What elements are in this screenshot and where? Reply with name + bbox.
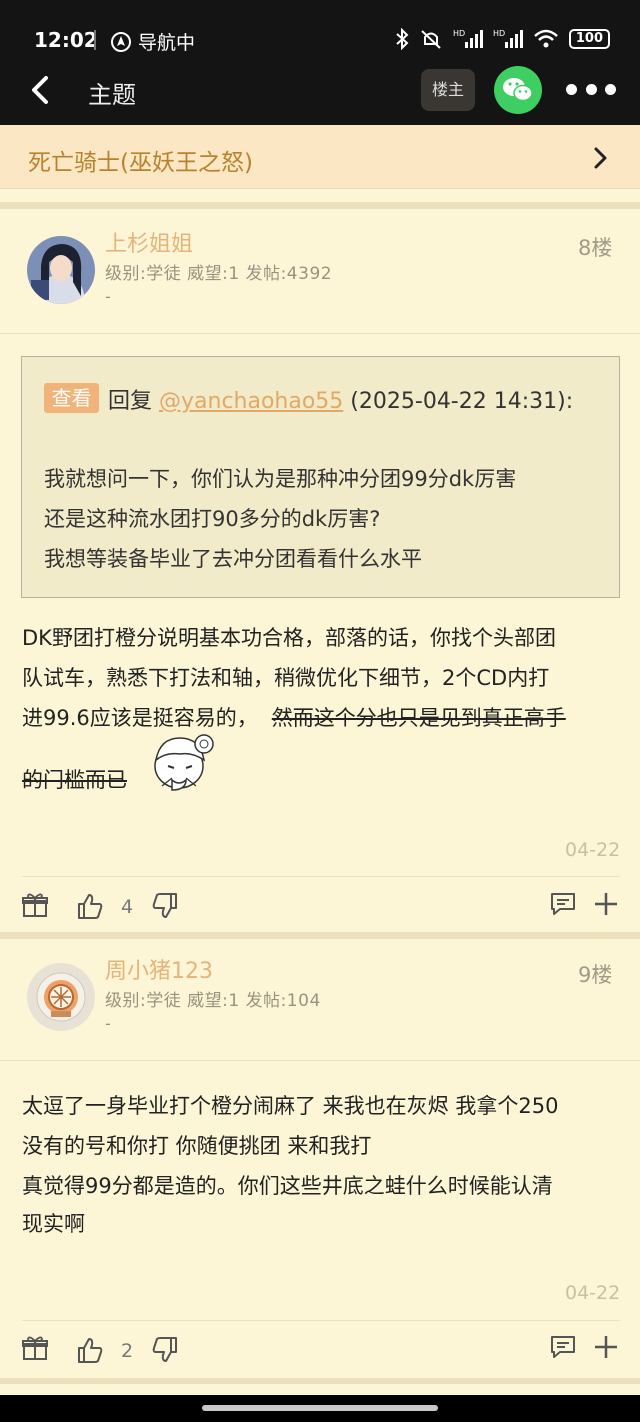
floor-number: 9楼 xyxy=(578,963,613,987)
wifi-icon xyxy=(534,29,558,48)
like-count: 4 xyxy=(121,896,134,918)
back-arrow-icon[interactable] xyxy=(26,72,56,108)
user-signature: - xyxy=(105,287,111,306)
post-body-line: DK野团打橙分说明基本功合格，部落的话，你找个头部团 xyxy=(22,626,556,650)
plus-icon[interactable] xyxy=(592,890,620,918)
post-date: 04-22 xyxy=(565,839,621,861)
post-body-line: 进99.6应该是挺容易的， 然而这个分也只是见到真正高手 xyxy=(22,702,566,732)
more-options-button[interactable] xyxy=(566,72,616,106)
page-title: 主题 xyxy=(88,81,136,109)
quote-line: 我想等装备毕业了去冲分团看看什么水平 xyxy=(44,547,422,571)
view-quote-button[interactable]: 查看 xyxy=(44,383,99,413)
post-body-line: 真觉得99分都是造的。你们这些井底之蛙什么时候能认清 xyxy=(22,1174,553,1198)
avatar-image xyxy=(27,236,95,304)
avatar[interactable] xyxy=(27,963,95,1031)
post-body-line: 的门槛而已 xyxy=(22,764,127,794)
forum-name: 死亡骑士(巫妖王之怒) xyxy=(28,150,253,176)
post-separator xyxy=(0,202,640,209)
gesture-bar xyxy=(0,1395,640,1422)
user-meta: 级别:学徒 威望:1 发帖:104 xyxy=(105,991,321,1011)
plus-icon[interactable] xyxy=(592,1333,620,1361)
floor-number: 8楼 xyxy=(578,236,613,260)
gift-icon[interactable] xyxy=(21,891,49,919)
post-body-text: 进99.6应该是挺容易的， xyxy=(22,706,258,730)
svg-text:HD: HD xyxy=(493,29,505,38)
gift-icon[interactable] xyxy=(21,1334,49,1362)
dislike-icon[interactable] xyxy=(151,1336,179,1364)
strikethrough-text: 的门槛而已 xyxy=(22,768,127,792)
avatar-image xyxy=(27,963,95,1031)
navigation-text: 导航中 xyxy=(138,32,196,54)
svg-text:HD: HD xyxy=(453,29,465,38)
divider xyxy=(0,1060,640,1061)
post-date: 04-22 xyxy=(565,1282,621,1304)
quote-line: 我就想问一下，你们认为是那种冲分团99分dk厉害 xyxy=(44,467,517,491)
signal-icon-2: HD xyxy=(493,29,523,48)
more-dot xyxy=(605,83,616,95)
post-body-line: 队试车，熟悉下打法和轴，稍微优化下细节，2个CD内打 xyxy=(22,666,550,690)
chevron-right-icon xyxy=(594,147,607,169)
sticker-emoji-icon xyxy=(154,734,214,791)
quote-prefix: 回复 xyxy=(108,389,159,414)
clock: 12:02 xyxy=(34,28,98,52)
divider xyxy=(22,1320,620,1321)
wechat-icon xyxy=(503,78,533,102)
wechat-share-button[interactable] xyxy=(494,66,542,114)
like-icon[interactable] xyxy=(76,1336,104,1364)
post-separator xyxy=(0,1378,640,1384)
user-signature: - xyxy=(105,1014,111,1033)
avatar[interactable] xyxy=(27,236,95,304)
signal-icon: HD xyxy=(453,29,483,48)
top-navbar: 主题 楼主 xyxy=(0,58,640,125)
battery-icon: 100 xyxy=(568,29,610,49)
home-indicator[interactable] xyxy=(202,1405,438,1411)
only-op-button[interactable]: 楼主 xyxy=(421,69,475,111)
bluetooth-icon xyxy=(396,28,409,50)
navigation-indicator: 导航中 xyxy=(110,28,195,55)
quote-time: (2025-04-22 14:31): xyxy=(343,389,574,414)
more-dot xyxy=(585,83,597,95)
status-divider xyxy=(94,30,96,50)
post-username[interactable]: 上杉姐姐 xyxy=(105,226,193,258)
post-body-line: 现实啊 xyxy=(22,1212,85,1236)
comment-icon[interactable] xyxy=(549,890,577,918)
dislike-icon[interactable] xyxy=(151,892,179,920)
post-body-line: 没有的号和你打 你随便挑团 来和我打 xyxy=(22,1134,372,1158)
status-icons: HD HD 100 xyxy=(395,28,610,50)
comment-icon[interactable] xyxy=(549,1333,577,1361)
divider xyxy=(0,333,640,334)
user-meta: 级别:学徒 威望:1 发帖:4392 xyxy=(105,264,333,284)
quote-line: 还是这种流水团打90多分的dk厉害? xyxy=(44,507,381,531)
strikethrough-text: 然而这个分也只是见到真正高手 xyxy=(271,706,566,730)
like-icon[interactable] xyxy=(76,892,104,920)
post-body-line: 太逗了一身毕业打个橙分闹麻了 来我也在灰烬 我拿个250 xyxy=(22,1094,559,1118)
forum-link-bar[interactable]: 死亡骑士(巫妖王之怒) xyxy=(0,125,640,189)
post-separator xyxy=(0,932,640,939)
divider xyxy=(22,876,620,877)
navigation-icon xyxy=(111,31,131,52)
more-dot xyxy=(566,83,577,95)
quote-user-link[interactable]: @yanchaohao55 xyxy=(159,389,343,414)
status-bar: 12:02 导航中 HD HD 100 xyxy=(0,0,640,58)
quote-block: 查看 回复 @yanchaohao55 (2025-04-22 14:31): … xyxy=(21,356,620,598)
post-username[interactable]: 周小猪123 xyxy=(105,953,213,985)
like-count: 2 xyxy=(121,1340,134,1362)
quote-header: 回复 @yanchaohao55 (2025-04-22 14:31): xyxy=(108,383,573,415)
mute-icon xyxy=(421,30,441,49)
